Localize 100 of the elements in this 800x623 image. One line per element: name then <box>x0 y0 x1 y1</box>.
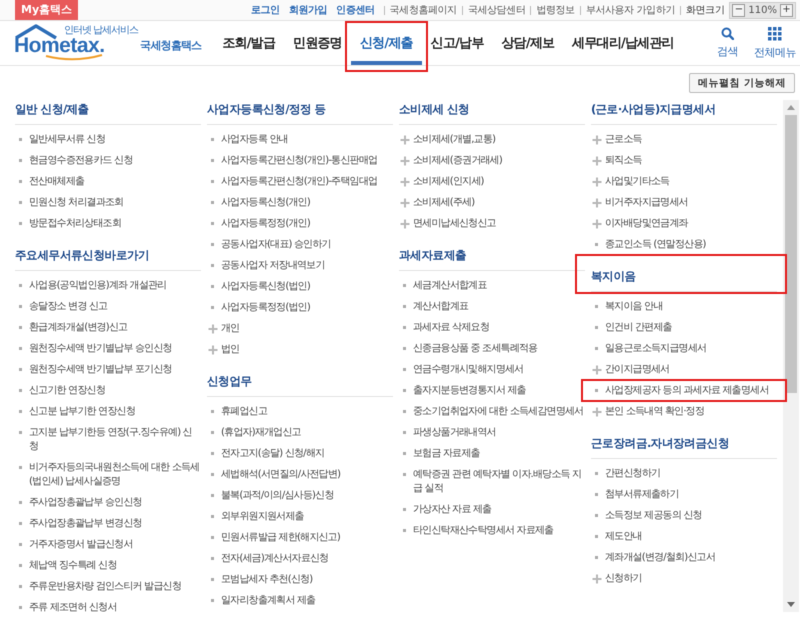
menu-link[interactable]: 비거주자등의국내원천소득에 대한 소득세(법인세) 납세사실증명 <box>29 460 201 488</box>
menu-link[interactable]: 인건비 간편제출 <box>605 320 672 334</box>
top-link[interactable]: 국세상담센터 <box>468 3 526 17</box>
menu-link[interactable]: 이자배당및연금계좌 <box>605 216 688 230</box>
menu-link[interactable]: 외부위원지원서제출 <box>221 510 304 524</box>
menu-link[interactable]: 소비제세(증권거래세) <box>413 154 502 168</box>
menu-link[interactable]: 민원서류발급 제한(해지신고) <box>221 530 340 544</box>
menu-link[interactable]: 계산서합계표 <box>413 300 468 314</box>
top-link[interactable]: 로그인 <box>250 3 280 17</box>
menu-link[interactable]: 퇴직소득 <box>605 154 642 168</box>
menu-link[interactable]: 일자리창출계획서 제출 <box>221 594 316 608</box>
menu-toggle-button[interactable]: 메뉴펼침 기능해제 <box>689 73 795 93</box>
menu-link[interactable]: 보험금 자료제출 <box>413 446 480 460</box>
menu-link[interactable]: 일반세무서류 신청 <box>29 132 105 146</box>
menu-link[interactable]: 소비제세(주세) <box>413 196 474 210</box>
top-link[interactable]: 인증센터 <box>336 3 375 17</box>
nav-tab[interactable]: 세무대리/납세관리 <box>563 21 683 65</box>
menu-link[interactable]: 간편신청하기 <box>605 466 660 480</box>
nav-tab[interactable]: 조회/발급 <box>213 21 284 65</box>
menu-link[interactable]: 환급계좌개설(변경)신고 <box>29 320 128 334</box>
top-link[interactable]: 국세청홈페이지 <box>390 3 457 17</box>
tool-link[interactable]: 검색 <box>717 44 738 58</box>
menu-link[interactable]: 중소기업취업자에 대한 소득세감면명세서 <box>413 404 584 418</box>
menu-link[interactable]: 모범납세자 추천(신청) <box>221 572 312 586</box>
menu-link[interactable]: 민원신청 처리결과조회 <box>29 196 124 210</box>
menu-link[interactable]: 신고분 납부기한 연장신청 <box>29 404 135 418</box>
menu-link[interactable]: 과세자료 삭제요청 <box>413 320 489 334</box>
menu-link[interactable]: 세금계산서합계표 <box>413 278 487 292</box>
menu-link[interactable]: 거주자증명서 발급신청서 <box>29 538 133 552</box>
menu-link[interactable]: 신종금융상품 중 조세특례적용 <box>413 342 538 356</box>
menu-link[interactable]: 일용근로소득지급명세서 <box>605 342 706 356</box>
menu-link[interactable]: 복지이음 안내 <box>605 300 663 314</box>
menu-link[interactable]: 사업자등록정정(개인) <box>221 216 310 230</box>
menu-link[interactable]: 면세미납세신청신고 <box>413 216 496 230</box>
my-hometax-button[interactable]: My홈택스 <box>15 0 78 20</box>
menu-link[interactable]: 현금영수증전용카드 신청 <box>29 154 133 168</box>
menu-link[interactable]: 사업자등록간편신청(개인)-통신판매업 <box>221 154 378 168</box>
grid-icon[interactable] <box>768 26 782 40</box>
menu-link[interactable]: 전자고지(송달) 신청/해지 <box>221 446 324 460</box>
nav-tab[interactable]: 신고/납부 <box>422 21 492 65</box>
search-icon[interactable] <box>721 26 734 40</box>
menu-link[interactable]: 제도안내 <box>605 530 642 544</box>
menu-link[interactable]: 소득정보 제공동의 신청 <box>605 508 702 522</box>
menu-link[interactable]: 휴폐업신고 <box>221 404 268 418</box>
menu-link[interactable]: 사업용(공익법인용)계좌 개설관리 <box>29 278 166 292</box>
menu-link[interactable]: 본인 소득내역 확인·정정 <box>605 404 704 418</box>
menu-link[interactable]: 법인 <box>221 342 240 356</box>
menu-link[interactable]: (휴업자)재개업신고 <box>221 426 301 440</box>
nav-tab[interactable]: 상담/제보 <box>492 21 564 65</box>
menu-link[interactable]: 불복(과적/이의/심사등)신청 <box>221 488 334 502</box>
scroll-down-icon[interactable] <box>786 601 796 608</box>
menu-link[interactable]: 예탁증권 관련 예탁자별 이자.배당소득 지급 실적 <box>413 468 585 496</box>
menu-link[interactable]: 연금수령개시및해지명세서 <box>413 362 524 376</box>
zoom-in-button[interactable]: + <box>780 4 793 16</box>
menu-link[interactable]: 사업자등록간편신청(개인)-주택임대업 <box>221 174 378 188</box>
menu-link[interactable]: 파생상품거래내역서 <box>413 426 496 440</box>
menu-link[interactable]: 전자(세금)계산서자료신청 <box>221 552 328 566</box>
menu-link[interactable]: 사업자등록 안내 <box>221 132 288 146</box>
menu-link[interactable]: 송달장소 변경 신고 <box>29 300 108 314</box>
menu-link[interactable]: 원천징수세액 반기별납부 승인신청 <box>29 342 172 356</box>
menu-link[interactable]: 소비제세(인지세) <box>413 174 484 188</box>
nav-tab[interactable]: 신청/제출 <box>350 21 422 65</box>
menu-link[interactable]: 세법해석(서면질의/사전답변) <box>221 468 340 482</box>
menu-link[interactable]: 방문접수처리상태조회 <box>29 216 122 230</box>
menu-link[interactable]: 출자지분등변경통지서 제출 <box>413 384 526 398</box>
menu-link[interactable]: 주류운반용차량 검인스티커 발급신청 <box>29 580 181 594</box>
menu-link[interactable]: 사업자등록정정(법인) <box>221 300 310 314</box>
menu-link[interactable]: 비거주자지급명세서 <box>605 196 688 210</box>
menu-link[interactable]: 공동사업자 저장내역보기 <box>221 258 325 272</box>
menu-link[interactable]: 사업장제공자 등의 과세자료 제출명세서 <box>605 384 769 398</box>
top-link[interactable]: 부서사용자 가입하기 <box>586 3 675 17</box>
menu-link[interactable]: 종교인소득 (연말정산용) <box>605 238 706 252</box>
top-link[interactable]: 회원가입 <box>288 3 328 17</box>
menu-link[interactable]: 근로소득 <box>605 132 642 146</box>
menu-link[interactable]: 사업및기타소득 <box>605 174 670 188</box>
menu-link[interactable]: 전산매체제출 <box>29 174 84 188</box>
menu-link[interactable]: 계좌개설(변경/철회)신고서 <box>605 550 715 564</box>
menu-link[interactable]: 가상자산 자료 제출 <box>413 502 492 516</box>
menu-link[interactable]: 사업자등록신청(개인) <box>221 196 310 210</box>
menu-link[interactable]: 개인 <box>221 322 240 336</box>
menu-link[interactable]: 신고기한 연장신청 <box>29 384 105 398</box>
menu-link[interactable]: 고지분 납부기한등 연장(구.징수유예) 신청 <box>29 426 201 454</box>
menu-link[interactable]: 체납액 징수특례 신청 <box>29 558 117 572</box>
zoom-out-button[interactable]: − <box>732 4 746 16</box>
scroll-thumb[interactable] <box>785 115 797 393</box>
menu-link[interactable]: 주류 제조면허 신청서 <box>29 600 117 614</box>
menu-link[interactable]: 공동사업자(대표) 승인하기 <box>221 238 331 252</box>
menu-link[interactable]: 첨부서류제출하기 <box>605 488 679 502</box>
scrollbar[interactable] <box>783 100 799 612</box>
menu-link[interactable]: 원천징수세액 반기별납부 포기신청 <box>29 362 172 376</box>
nav-tab[interactable]: 민원증명 <box>284 21 351 65</box>
menu-link[interactable]: 신청하기 <box>605 572 642 586</box>
menu-link[interactable]: 사업자등록신청(법인) <box>221 280 310 294</box>
menu-link[interactable]: 주사업장총괄납부 승인신청 <box>29 496 142 510</box>
top-link[interactable]: 법령정보 <box>536 3 575 17</box>
tool-link[interactable]: 전체메뉴 <box>754 44 796 60</box>
menu-link[interactable]: 주사업장총괄납부 변경신청 <box>29 516 142 530</box>
menu-link[interactable]: 소비제세(개별,교통) <box>413 132 496 146</box>
menu-link[interactable]: 간이지급명세서 <box>605 362 670 376</box>
menu-link[interactable]: 타인신탁재산수탁명세서 자료제출 <box>413 524 554 538</box>
